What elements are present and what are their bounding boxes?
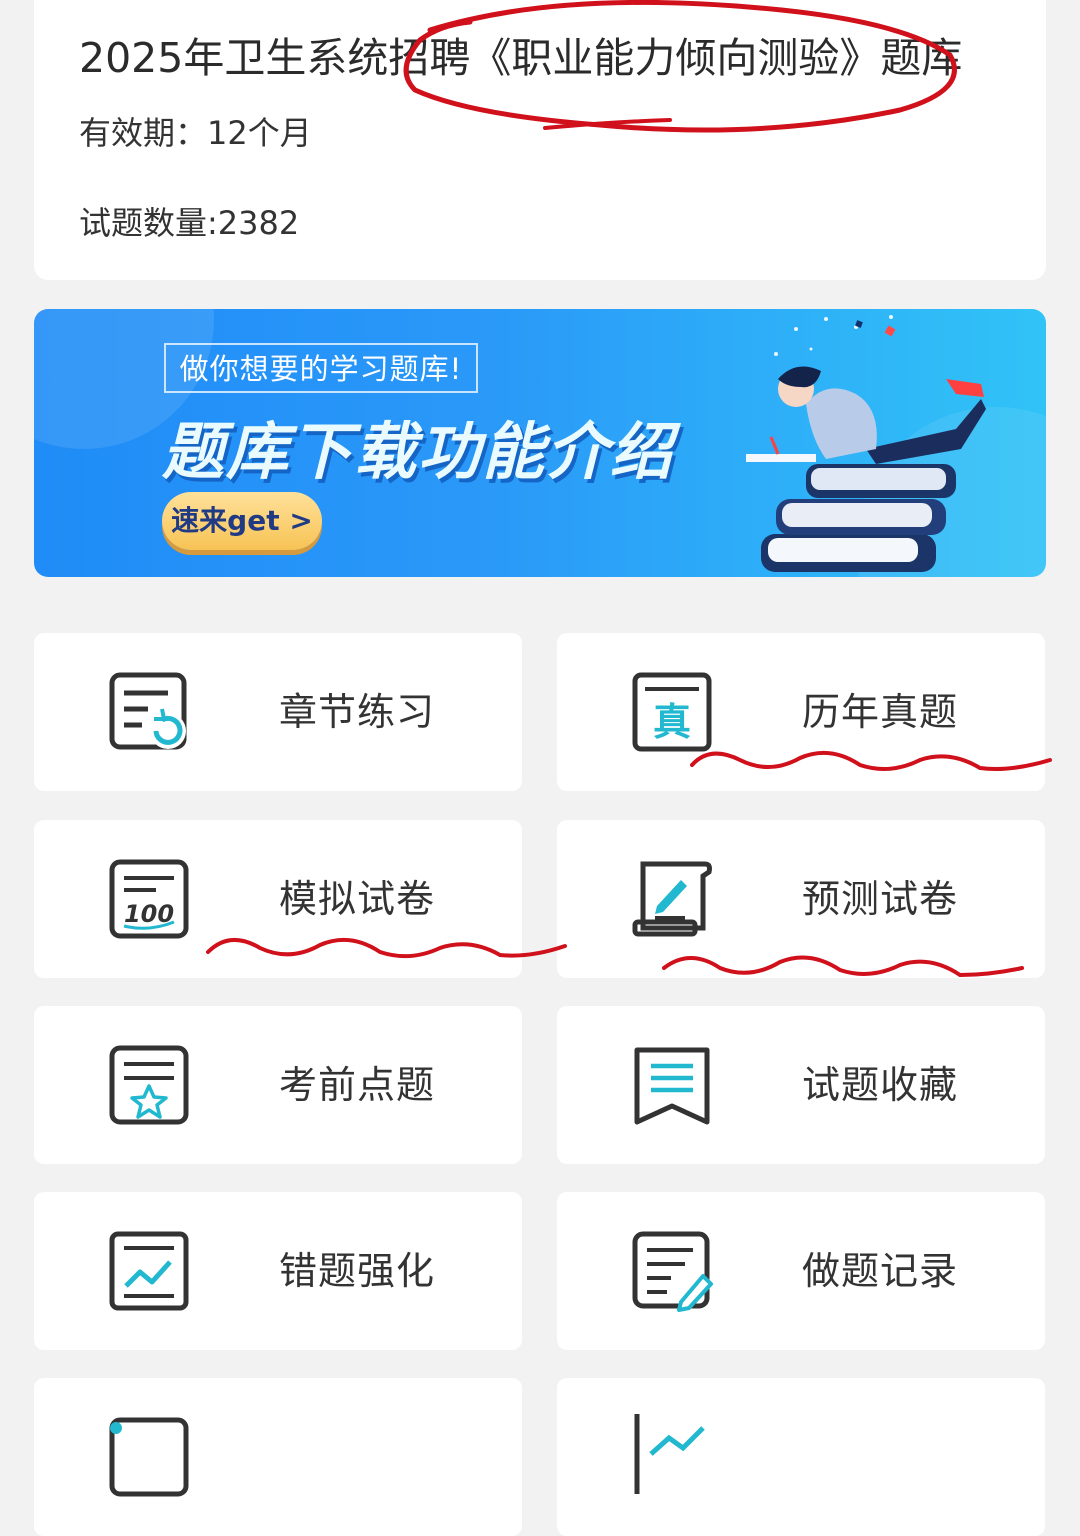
banner-headline: 题库下载功能介绍	[162, 415, 675, 488]
pre-exam-tips-icon	[109, 1045, 189, 1125]
student-reading-illustration	[746, 315, 986, 572]
practice-record-icon	[632, 1231, 713, 1312]
past-exams-badge: 真	[653, 700, 691, 744]
question-count-text: 试题数量:2382	[79, 204, 300, 242]
chapter-practice-icon	[109, 672, 187, 750]
tile-label: 考前点题	[279, 1063, 436, 1107]
tile-label: 章节练习	[279, 690, 436, 734]
mock-exam-icon: 100	[109, 859, 189, 939]
tile-partial-right[interactable]	[557, 1378, 1045, 1536]
tile-label: 试题收藏	[802, 1063, 959, 1107]
tile-wrong-questions[interactable]: 错题强化	[34, 1192, 522, 1350]
tile-label: 历年真题	[802, 690, 959, 734]
banner-tagline: 做你想要的学习题库!	[164, 343, 478, 393]
favorites-icon	[634, 1047, 710, 1125]
wrong-questions-icon	[109, 1231, 189, 1311]
tile-label: 做题记录	[802, 1249, 959, 1293]
tile-pre-exam-tips[interactable]: 考前点题	[34, 1006, 522, 1164]
tile-practice-record[interactable]: 做题记录	[557, 1192, 1045, 1350]
list-icon	[109, 1417, 189, 1497]
tile-forecast-exam[interactable]: 预测试卷	[557, 820, 1045, 978]
tile-mock-exam[interactable]: 100 模拟试卷	[34, 820, 522, 978]
banner-cta-button[interactable]: 速来get >	[162, 492, 322, 550]
tile-partial-left[interactable]	[34, 1378, 522, 1536]
download-feature-banner[interactable]: 做你想要的学习题库! 题库下载功能介绍 速来get >	[34, 309, 1046, 577]
tile-label: 预测试卷	[802, 877, 959, 921]
past-exams-icon: 真	[632, 672, 712, 752]
tile-favorites[interactable]: 试题收藏	[557, 1006, 1045, 1164]
exam-title: 2025年卫生系统招聘《职业能力倾向测验》题库	[79, 34, 963, 82]
tile-chapter-practice[interactable]: 章节练习	[34, 633, 522, 791]
exam-info-card: 2025年卫生系统招聘《职业能力倾向测验》题库 有效期：12个月 试题数量:23…	[34, 0, 1046, 280]
tile-label: 错题强化	[279, 1249, 436, 1293]
tile-past-exams[interactable]: 真 历年真题	[557, 633, 1045, 791]
forecast-exam-icon	[632, 861, 712, 937]
validity-text: 有效期：12个月	[79, 114, 312, 152]
tile-label: 模拟试卷	[279, 877, 436, 921]
chart-icon	[634, 1414, 705, 1494]
